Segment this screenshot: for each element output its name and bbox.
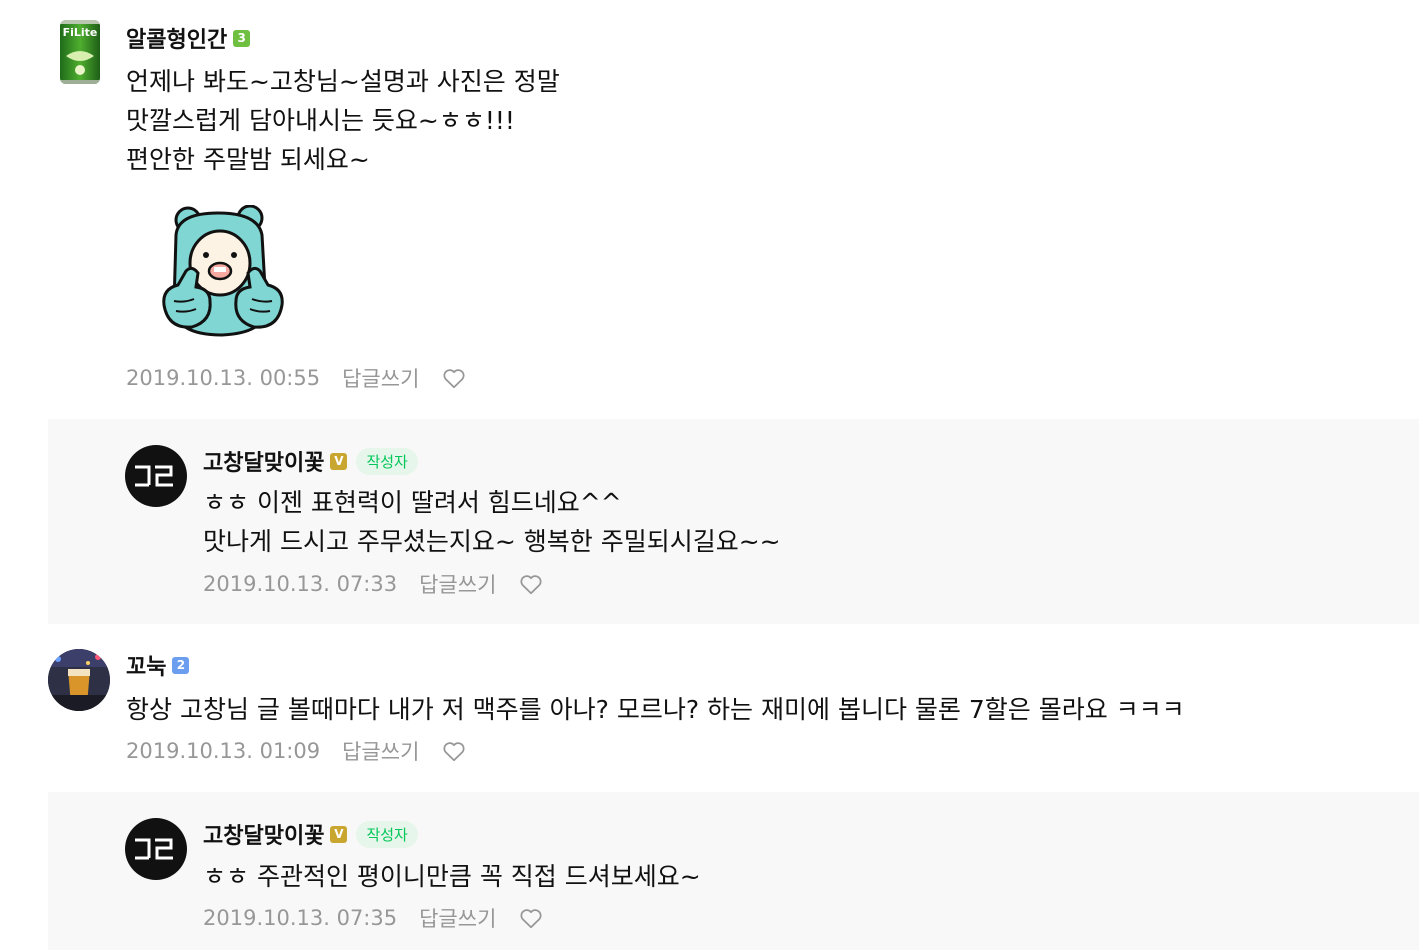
heart-icon[interactable] — [441, 738, 467, 764]
heart-icon[interactable] — [441, 365, 467, 391]
heart-icon[interactable] — [518, 905, 544, 931]
author-avatar[interactable] — [125, 818, 187, 880]
comment-text-line: 항상 고창님 글 볼때마다 내가 저 맥주를 아나? 모르나? 하는 재미에 봅… — [126, 695, 1185, 724]
comment-text-line: ㅎㅎ 주관적인 평이니만큼 꼭 직접 드셔보세요~ — [203, 862, 701, 891]
comment-text-line: 맛나게 드시고 주무셨는지요~ 행복한 주밀되시길요~~ — [203, 527, 781, 556]
comment-nickname[interactable]: 꼬눅 — [126, 649, 166, 681]
comment-nickname[interactable]: 고창달맞이꽃 — [203, 818, 324, 850]
comment-text-line: 편안한 주말밤 되세요~ — [126, 145, 370, 174]
author-logo-icon — [135, 465, 173, 487]
comment-text-line: 언제나 봐도~고창님~설명과 사진은 정말 — [126, 67, 560, 96]
comment-date: 2019.10.13. 01:09 — [126, 739, 321, 763]
comment-nickname[interactable]: 알콜형인간 — [126, 22, 227, 54]
comment-text: ㅎㅎ 주관적인 평이니만큼 꼭 직접 드셔보세요~ — [203, 857, 701, 896]
bear-thumbs-up-sticker — [158, 204, 288, 340]
author-tag-badge: 작성자 — [356, 447, 418, 475]
reply-button[interactable]: 답글쓰기 — [419, 903, 496, 933]
user-avatar[interactable]: FiLite — [60, 20, 100, 84]
reply-button[interactable]: 답글쓰기 — [342, 736, 419, 766]
comment-text: ㅎㅎ 이젠 표현력이 딸려서 힘드네요^^ 맛나게 드시고 주무셨는지요~ 행복… — [203, 483, 781, 561]
author-avatar[interactable] — [125, 445, 187, 507]
reply-button[interactable]: 답글쓰기 — [342, 363, 419, 393]
author-logo-icon — [135, 838, 173, 860]
reply-button[interactable]: 답글쓰기 — [419, 569, 496, 599]
author-tag-badge: 작성자 — [356, 820, 418, 848]
comment-date: 2019.10.13. 00:55 — [126, 366, 321, 390]
comment-date: 2019.10.13. 07:33 — [203, 572, 398, 596]
user-avatar[interactable] — [48, 649, 110, 711]
member-level-badge: 3 — [233, 29, 251, 47]
heart-icon[interactable] — [518, 571, 544, 597]
member-level-badge: 2 — [172, 656, 190, 674]
member-level-badge: V — [330, 825, 348, 843]
comment-text: 언제나 봐도~고창님~설명과 사진은 정말 맛깔스럽게 담아내시는 듯요~ㅎㅎ!… — [126, 62, 560, 179]
beer-photo-avatar-image — [48, 649, 110, 711]
comment-text-line: 맛깔스럽게 담아내시는 듯요~ㅎㅎ!!! — [126, 106, 515, 135]
member-level-badge: V — [330, 452, 348, 470]
comment-date: 2019.10.13. 07:35 — [203, 906, 398, 930]
comment-item: FiLite 알콜형인간 3 언제나 봐도~고창님~설명과 사진은 정말 맛깔스… — [0, 0, 1419, 418]
comment-text-line: ㅎㅎ 이젠 표현력이 딸려서 힘드네요^^ — [203, 488, 622, 517]
comment-text: 항상 고창님 글 볼때마다 내가 저 맥주를 아나? 모르나? 하는 재미에 봅… — [126, 690, 1185, 729]
avatar-brand-text: FiLite — [63, 26, 98, 39]
beer-can-avatar-image: FiLite — [60, 20, 100, 84]
comment-nickname[interactable]: 고창달맞이꽃 — [203, 445, 324, 477]
